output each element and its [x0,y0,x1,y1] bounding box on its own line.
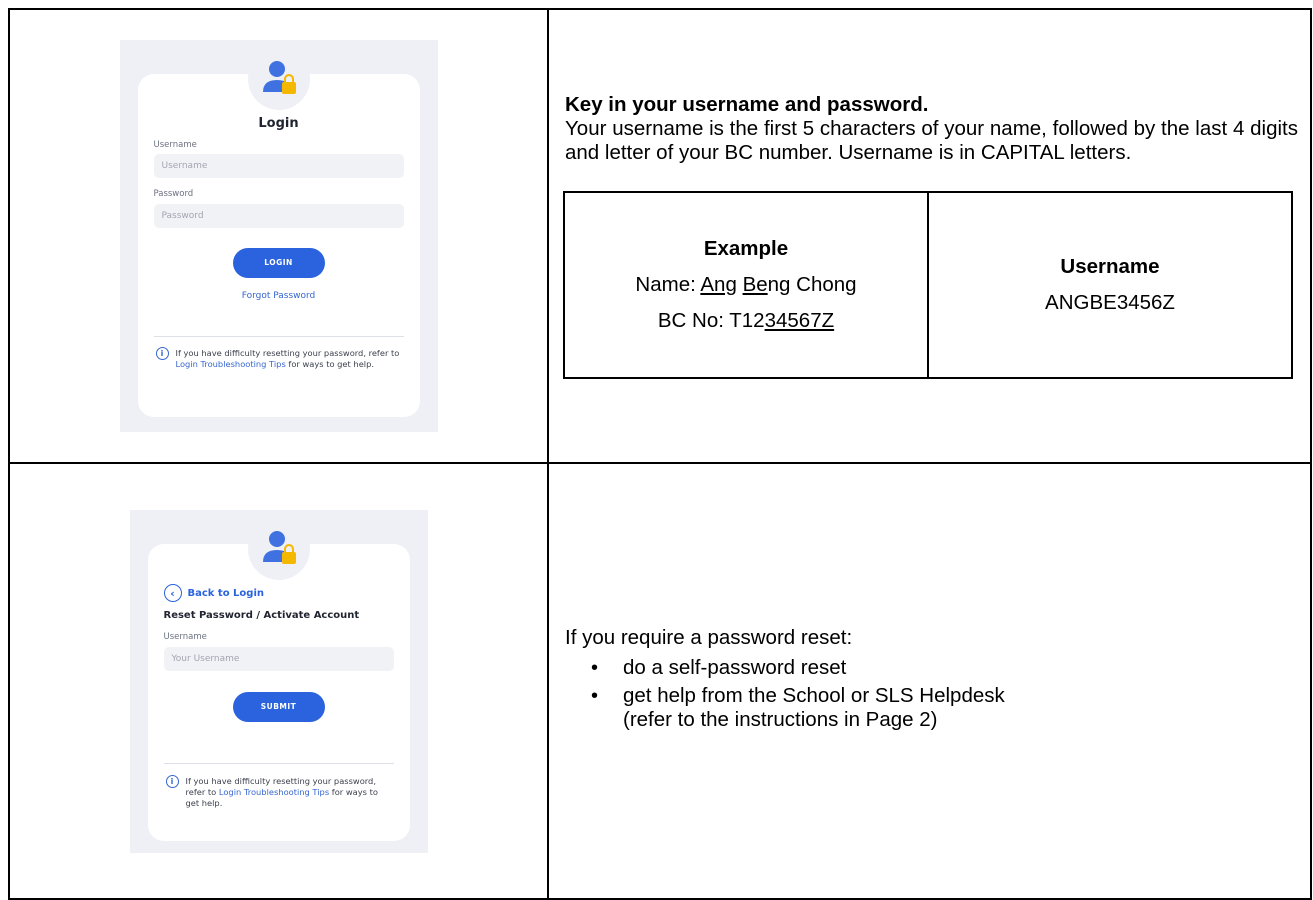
example-name: Name: Ang Beng Chong [635,273,857,296]
info-icon: i [165,774,179,788]
back-to-login-link[interactable]: ‹ Back to Login [163,583,265,602]
chevron-left-icon: ‹ [163,583,182,602]
username-header: Username [1060,255,1160,278]
instructions-body: Your username is the first 5 characters … [565,117,1298,164]
reset-screenshot-cell: ‹ Back to Login Reset Password / Activate… [8,462,549,900]
reset-options-list: do a self-password reset get help from t… [549,656,1310,732]
help-note-text-end: for ways to get help. [285,359,375,369]
troubleshooting-link[interactable]: Login Troubleshooting Tips [176,359,286,369]
divider [153,336,404,337]
instruction-table: Login Username Username Password Passwor… [8,8,1312,900]
divider [163,762,394,764]
example-bc-number: BC No: T1234567Z [657,309,835,332]
list-item-note: (refer to the instructions in Page 2) [623,708,938,731]
password-input[interactable]: Password [153,204,404,228]
login-card: Login Username Username Password Passwor… [137,48,420,417]
reset-intro: If you require a password reset: [565,626,853,649]
back-label: Back to Login [187,587,265,599]
username-input[interactable]: Username [153,154,404,178]
login-screenshot-cell: Login Username Username Password Passwor… [8,8,549,464]
username-label: Username [163,631,207,642]
info-icon: i [155,347,169,360]
reset-instructions-cell: If you require a password reset: do a se… [547,462,1312,900]
username-input[interactable]: Your Username [163,646,394,671]
login-button[interactable]: LOGIN [232,248,325,278]
username-cell: Username ANGBE3456Z [927,191,1293,379]
reset-title: Reset Password / Activate Account [163,609,360,621]
instructions-heading: Key in your username and password. [565,93,929,116]
login-instructions: Key in your username and password. Your … [565,93,1298,165]
help-note: i If you have difficulty resetting your … [165,774,394,809]
list-item-text: get help from the School or SLS Helpdesk [623,684,1005,707]
list-item-text: do a self-password reset [623,656,847,679]
reset-card: ‹ Back to Login Reset Password / Activate… [147,517,410,841]
login-screenshot: Login Username Username Password Passwor… [119,40,438,432]
user-lock-icon [247,517,310,580]
login-instructions-cell: Key in your username and password. Your … [547,8,1312,464]
list-item: do a self-password reset [591,656,1310,680]
submit-button[interactable]: SUBMIT [232,691,325,722]
example-header: Example [703,237,789,260]
help-note-text: If you have difficulty resetting your pa… [175,348,400,358]
password-label: Password [153,189,194,199]
example-cell: Example Name: Ang Beng Chong BC No: T123… [563,191,929,379]
example-table: Example Name: Ang Beng Chong BC No: T123… [563,191,1293,379]
forgot-password-link[interactable]: Forgot Password [138,291,420,301]
help-note: i If you have difficulty resetting your … [155,347,404,370]
reset-screenshot: ‹ Back to Login Reset Password / Activate… [129,509,428,853]
troubleshooting-link[interactable]: Login Troubleshooting Tips [219,787,329,797]
username-label: Username [153,140,197,150]
login-title: Login [258,116,299,131]
user-lock-icon [247,48,310,110]
list-item: get help from the School or SLS Helpdesk… [591,684,1310,732]
username-value: ANGBE3456Z [1045,291,1175,314]
